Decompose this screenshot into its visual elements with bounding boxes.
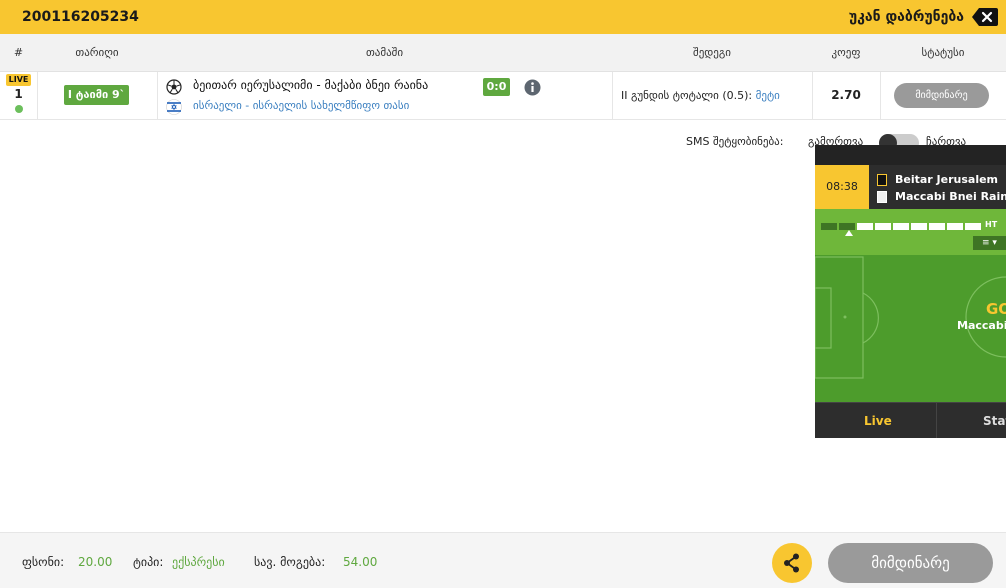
header-result: შედეგი — [693, 46, 731, 59]
table-row: LIVE 1 I ტაიმი 9` ბეითარ იერუსალიმი - მა… — [0, 72, 1006, 120]
timeline-marker-icon — [845, 230, 853, 236]
column-divider — [880, 72, 881, 120]
tab-divider — [936, 403, 937, 438]
live-match-widget: 08:38 Beitar Jerusalem Maccabi Bnei Rain… — [815, 145, 1006, 438]
match-timeline: HT ≡ ▾ — [815, 209, 1006, 255]
home-team-name: Beitar Jerusalem — [895, 173, 999, 186]
widget-teams: Beitar Jerusalem Maccabi Bnei Raina — [869, 165, 1006, 209]
timeline-segment — [911, 223, 927, 230]
info-icon[interactable] — [524, 79, 541, 96]
odds-value: 2.70 — [831, 88, 861, 102]
timeline-segment — [839, 223, 855, 230]
soccer-ball-icon — [166, 79, 182, 95]
league-name: ისრაელი - ისრაელის სახელმწიფო თასი — [193, 99, 410, 112]
header-date: თარიღი — [75, 46, 119, 59]
israel-flag-icon — [166, 99, 182, 115]
share-button[interactable] — [772, 543, 812, 583]
market-text: II გუნდის ტოტალი (0.5): მეტი — [621, 89, 780, 102]
away-kit-icon — [877, 191, 887, 203]
stake-label: ფსონი: — [22, 555, 65, 569]
type-label: ტიპი: — [133, 555, 164, 569]
away-team-name: Maccabi Bnei Raina — [895, 190, 1006, 203]
potential-win-label: სავ. მოგება: — [254, 555, 326, 569]
widget-header — [815, 145, 1006, 165]
score-badge: 0:0 — [483, 78, 510, 96]
top-bar: 200116205234 უკან დაბრუნება — [0, 0, 1006, 34]
live-badge: LIVE — [6, 74, 31, 86]
outcome-name: მეტი — [755, 89, 780, 102]
type-value: ექსპრესი — [172, 555, 225, 569]
status-button[interactable]: მიმდინარე — [894, 83, 989, 108]
status-button-large[interactable]: მიმდინარე — [828, 543, 993, 583]
timeline-segment — [929, 223, 945, 230]
header-number: # — [13, 46, 24, 59]
home-kit-icon — [877, 174, 887, 186]
header-match: თამაში — [365, 46, 404, 59]
header-odds: კოეფ — [831, 46, 861, 59]
match-time-badge: I ტაიმი 9` — [64, 85, 129, 105]
row-number: 1 — [14, 87, 23, 101]
timeline-segment — [821, 223, 837, 230]
timeline-segment — [875, 223, 891, 230]
bet-details-modal: 200116205234 უკან დაბრუნება # თარიღი თამ… — [0, 0, 1006, 588]
share-icon — [784, 553, 799, 573]
ticket-id: 200116205234 — [22, 9, 139, 25]
timeline-segment — [965, 223, 981, 230]
footer: ფსონი: 20.00 ტიპი: ექსპრესი სავ. მოგება:… — [0, 532, 1006, 588]
table-header: # თარიღი თამაში შედეგი კოეფ სტატუსი — [0, 34, 1006, 72]
stake-value: 20.00 — [78, 555, 113, 569]
tab-stats[interactable]: Stats — [983, 403, 1006, 438]
timeline-segment — [857, 223, 873, 230]
match-clock: 08:38 — [815, 165, 869, 209]
half-time-label: HT — [985, 220, 998, 229]
timeline-segment — [893, 223, 909, 230]
column-divider — [157, 72, 158, 120]
back-button[interactable]: უკან დაბრუნება — [849, 8, 998, 26]
market-name: II გუნდის ტოტალი (0.5): — [621, 89, 753, 102]
live-indicator-dot — [15, 105, 23, 113]
widget-menu-icon[interactable]: ≡ ▾ — [973, 236, 1006, 250]
backspace-icon — [972, 8, 998, 26]
column-divider — [37, 72, 38, 120]
potential-win-value: 54.00 — [343, 555, 378, 569]
goal-text: GOAL — [986, 300, 1006, 318]
pitch: GOAL Maccabi Bnei Raina — [815, 255, 1006, 402]
goal-team-name: Maccabi Bnei Raina — [957, 319, 1006, 332]
column-divider — [612, 72, 613, 120]
match-title[interactable]: ბეითარ იერუსალიმი - მაქაბი ბნეი რაინა — [193, 78, 428, 92]
widget-tabs: Live Stats — [815, 402, 1006, 438]
sms-label: SMS შეტყობინება: — [686, 135, 784, 148]
timeline-segment — [947, 223, 963, 230]
back-label: უკან დაბრუნება — [848, 9, 964, 25]
header-status: სტატუსი — [921, 46, 965, 59]
tab-live[interactable]: Live — [864, 403, 892, 438]
